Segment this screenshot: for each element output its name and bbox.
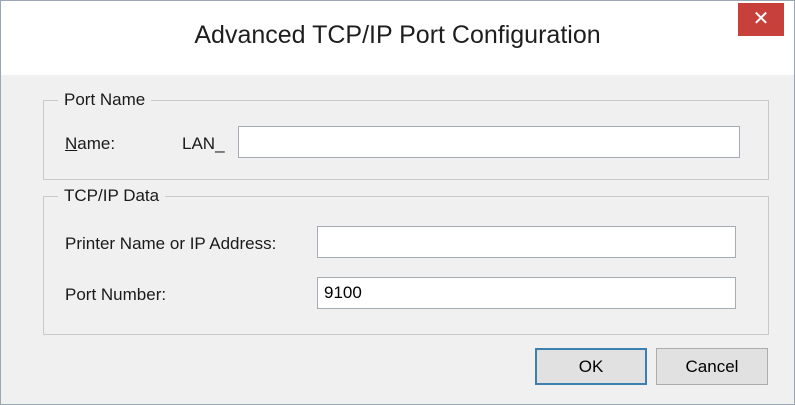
port-name-legend: Port Name xyxy=(58,90,152,110)
address-input[interactable] xyxy=(317,226,736,258)
close-button[interactable]: ✕ xyxy=(738,3,784,36)
dialog-title: Advanced TCP/IP Port Configuration xyxy=(194,21,601,49)
address-label: Printer Name or IP Address: xyxy=(65,234,277,253)
cancel-button[interactable]: Cancel xyxy=(656,348,768,385)
tcpip-data-group: TCP/IP Data Printer Name or IP Address: … xyxy=(43,186,769,335)
port-name-input[interactable] xyxy=(238,126,740,158)
name-label: Name: xyxy=(65,134,115,154)
name-label-accelerator: N xyxy=(65,134,78,153)
port-name-group: Port Name Name: LAN_ xyxy=(43,90,769,180)
port-number-input[interactable] xyxy=(317,277,736,309)
port-number-label: Port Number: xyxy=(65,285,167,304)
title-bar: Advanced TCP/IP Port Configuration ✕ xyxy=(1,1,794,75)
name-prefix: LAN_ xyxy=(182,134,225,153)
tcpip-data-legend: TCP/IP Data xyxy=(58,186,166,206)
ok-button[interactable]: OK xyxy=(535,348,647,385)
close-icon: ✕ xyxy=(752,8,770,30)
dialog-window: Advanced TCP/IP Port Configuration ✕ Por… xyxy=(0,0,795,405)
name-label-rest: ame: xyxy=(77,134,116,153)
dialog-body: Port Name Name: LAN_ TCP/IP Data Printer… xyxy=(1,75,794,404)
